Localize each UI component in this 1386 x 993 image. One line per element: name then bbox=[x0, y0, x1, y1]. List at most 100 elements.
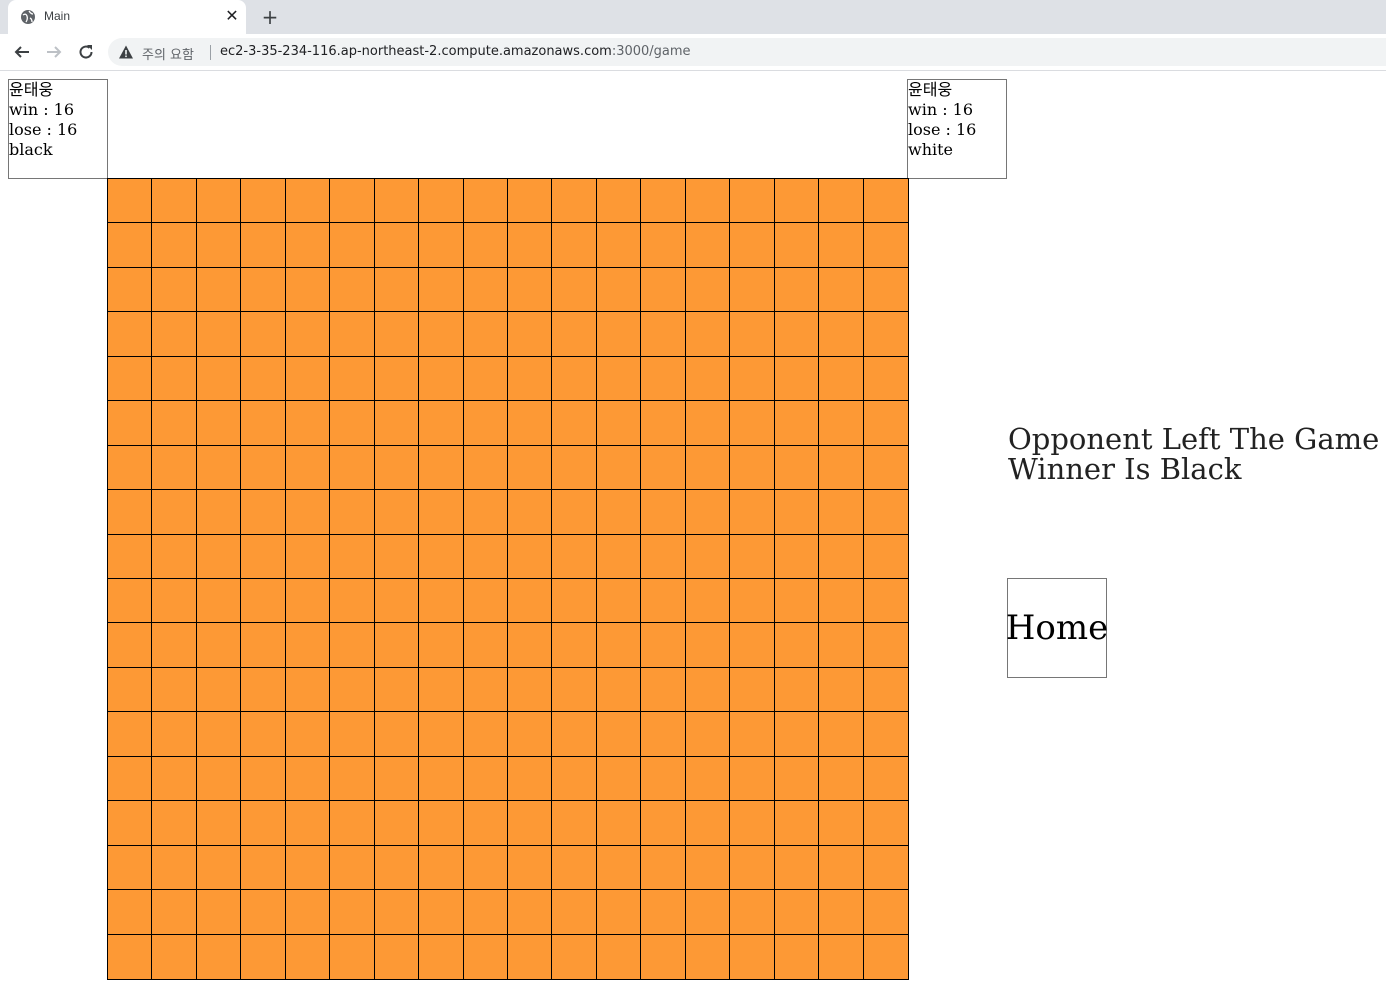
board-cell[interactable] bbox=[152, 179, 197, 224]
board-cell[interactable] bbox=[419, 356, 464, 402]
board-cell[interactable] bbox=[641, 490, 686, 535]
board-cell[interactable] bbox=[196, 179, 242, 224]
board-cell[interactable] bbox=[419, 534, 464, 579]
board-cell[interactable] bbox=[730, 490, 775, 535]
board-cell[interactable] bbox=[196, 223, 242, 268]
board-cell[interactable] bbox=[419, 445, 464, 491]
board-cell[interactable] bbox=[374, 312, 420, 357]
board-cell[interactable] bbox=[464, 934, 508, 979]
board-cell[interactable] bbox=[685, 756, 731, 802]
board-cell[interactable] bbox=[152, 312, 197, 357]
board-cell[interactable] bbox=[507, 890, 553, 935]
board-cell[interactable] bbox=[774, 401, 820, 446]
board-cell[interactable] bbox=[641, 401, 686, 446]
board-cell[interactable] bbox=[819, 401, 864, 446]
board-cell[interactable] bbox=[774, 179, 820, 224]
board-cell[interactable] bbox=[641, 179, 686, 224]
board-cell[interactable] bbox=[730, 223, 775, 268]
board-cell[interactable] bbox=[196, 890, 242, 935]
board-cell[interactable] bbox=[463, 801, 508, 846]
board-cell[interactable] bbox=[197, 934, 242, 979]
board-cell[interactable] bbox=[507, 401, 553, 446]
board-cell[interactable] bbox=[108, 223, 153, 268]
board-cell[interactable] bbox=[374, 890, 420, 935]
board-cell[interactable] bbox=[330, 401, 375, 446]
board-cell[interactable] bbox=[730, 401, 775, 446]
board-cell[interactable] bbox=[285, 712, 331, 757]
board-cell[interactable] bbox=[152, 534, 197, 579]
board-cell[interactable] bbox=[241, 179, 286, 224]
board-cell[interactable] bbox=[552, 356, 597, 402]
board-cell[interactable] bbox=[730, 312, 775, 357]
board-cell[interactable] bbox=[330, 756, 375, 802]
board-cell[interactable] bbox=[819, 756, 864, 802]
board-cell[interactable] bbox=[641, 934, 686, 979]
board-cell[interactable] bbox=[596, 578, 642, 624]
board-cell[interactable] bbox=[374, 845, 420, 891]
board-cell[interactable] bbox=[686, 934, 731, 979]
board-cell[interactable] bbox=[330, 578, 375, 624]
board-cell[interactable] bbox=[730, 267, 775, 313]
board-cell[interactable] bbox=[419, 623, 464, 668]
board-cell[interactable] bbox=[285, 267, 331, 313]
board-cell[interactable] bbox=[863, 801, 908, 846]
board-cell[interactable] bbox=[552, 667, 597, 713]
board-cell[interactable] bbox=[507, 756, 553, 802]
board-cell[interactable] bbox=[152, 445, 197, 491]
board-cell[interactable] bbox=[774, 890, 820, 935]
board-cell[interactable] bbox=[374, 223, 420, 268]
board-cell[interactable] bbox=[463, 356, 508, 402]
board-cell[interactable] bbox=[774, 223, 820, 268]
board-cell[interactable] bbox=[285, 312, 331, 357]
board-cell[interactable] bbox=[552, 534, 597, 579]
board-cell[interactable] bbox=[330, 845, 375, 891]
board-cell[interactable] bbox=[507, 578, 553, 624]
board-cell[interactable] bbox=[641, 890, 686, 935]
board-cell[interactable] bbox=[863, 357, 908, 402]
board-cell[interactable] bbox=[108, 534, 153, 579]
board-cell[interactable] bbox=[863, 268, 908, 313]
board-cell[interactable] bbox=[241, 267, 286, 313]
board-cell[interactable] bbox=[374, 179, 420, 224]
board-cell[interactable] bbox=[241, 578, 286, 624]
board-cell[interactable] bbox=[552, 445, 597, 491]
board-cell[interactable] bbox=[819, 490, 864, 535]
board-cell[interactable] bbox=[374, 801, 420, 846]
board-cell[interactable] bbox=[507, 801, 553, 846]
board-cell[interactable] bbox=[864, 935, 908, 979]
board-cell[interactable] bbox=[285, 578, 331, 624]
board-cell[interactable] bbox=[241, 401, 286, 446]
board-cell[interactable] bbox=[108, 934, 153, 979]
board-cell[interactable] bbox=[641, 623, 686, 668]
board-cell[interactable] bbox=[330, 890, 375, 935]
board-cell[interactable] bbox=[196, 490, 242, 535]
board-cell[interactable] bbox=[152, 223, 197, 268]
board-cell[interactable] bbox=[241, 623, 286, 668]
board-cell[interactable] bbox=[241, 712, 286, 757]
board-cell[interactable] bbox=[196, 267, 242, 313]
board-cell[interactable] bbox=[596, 401, 642, 446]
board-cell[interactable] bbox=[108, 179, 153, 224]
board-cell[interactable] bbox=[463, 890, 508, 935]
board-cell[interactable] bbox=[641, 801, 686, 846]
board-cell[interactable] bbox=[463, 401, 508, 446]
board-cell[interactable] bbox=[774, 578, 820, 624]
board-cell[interactable] bbox=[774, 845, 820, 891]
board-cell[interactable] bbox=[819, 179, 864, 224]
board-cell[interactable] bbox=[596, 179, 642, 224]
board-cell[interactable] bbox=[285, 623, 331, 668]
new-tab-plus-icon[interactable]: + bbox=[258, 6, 282, 28]
board-cell[interactable] bbox=[641, 845, 686, 891]
board-cell[interactable] bbox=[375, 934, 420, 979]
board-cell[interactable] bbox=[641, 312, 686, 357]
board-cell[interactable] bbox=[374, 712, 420, 757]
board-cell[interactable] bbox=[196, 667, 242, 713]
board-cell[interactable] bbox=[285, 756, 331, 802]
board-cell[interactable] bbox=[108, 756, 153, 802]
board-cell[interactable] bbox=[108, 578, 153, 624]
board-cell[interactable] bbox=[596, 890, 642, 935]
board-cell[interactable] bbox=[241, 356, 286, 402]
address-bar[interactable]: 주의 요함 ec2-3-35-234-116.ap-northeast-2.co… bbox=[108, 38, 1386, 66]
board-cell[interactable] bbox=[685, 445, 731, 491]
board-cell[interactable] bbox=[507, 223, 553, 268]
